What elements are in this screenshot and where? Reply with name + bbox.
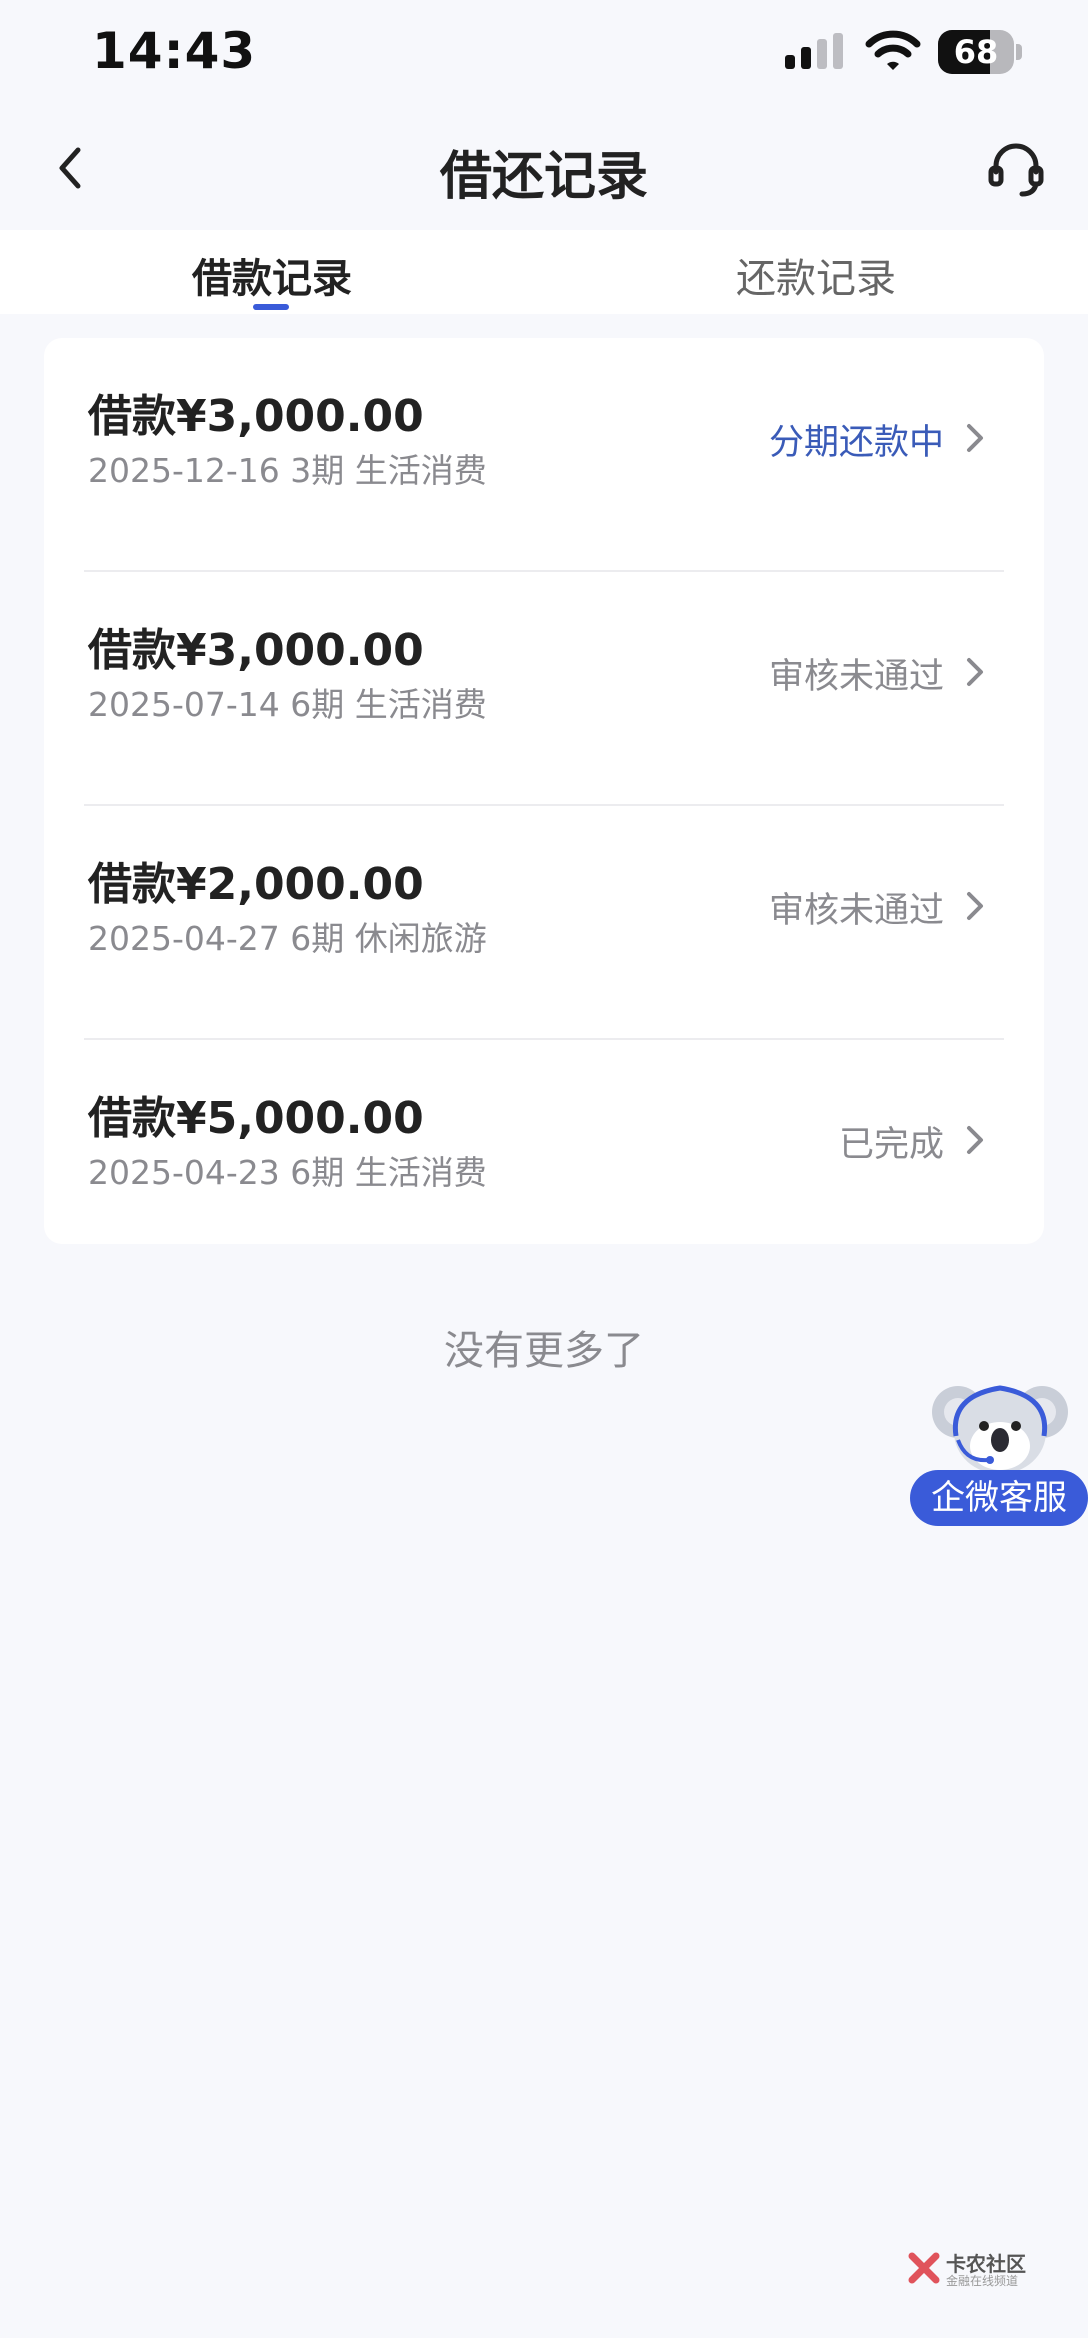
watermark-subtext: 金融在线频道	[946, 2274, 1019, 2288]
headset-icon	[988, 143, 1044, 197]
record-item[interactable]: 借款¥5,000.00 2025-04-23 6期 生活消费 已完成	[44, 1040, 1044, 1274]
record-amount: 借款¥3,000.00	[88, 391, 424, 442]
chevron-right-icon	[958, 886, 992, 926]
floating-service-button[interactable]: 企微客服	[910, 1376, 1088, 1532]
record-meta: 2025-04-27 6期 休闲旅游	[88, 919, 487, 958]
status-time: 14:43	[92, 22, 257, 80]
tab-repay-label: 还款记录	[736, 256, 896, 302]
chevron-right-icon	[958, 418, 992, 458]
status-bar: 14:43 68	[0, 0, 1088, 110]
record-status: 审核未通过	[768, 891, 944, 931]
wifi-icon	[865, 30, 921, 70]
record-amount: 借款¥5,000.00	[88, 1093, 424, 1144]
page-title: 借还记录	[439, 147, 648, 207]
record-amount: 借款¥3,000.00	[88, 625, 424, 676]
active-tab-indicator	[253, 304, 289, 310]
signal-icon	[785, 33, 843, 69]
record-meta: 2025-04-23 6期 生活消费	[88, 1153, 487, 1192]
record-item[interactable]: 借款¥2,000.00 2025-04-27 6期 休闲旅游 审核未通过	[44, 806, 1044, 1040]
record-status: 分期还款中	[768, 423, 944, 463]
record-status: 审核未通过	[768, 657, 944, 697]
record-item[interactable]: 借款¥3,000.00 2025-07-14 6期 生活消费 审核未通过	[44, 572, 1044, 806]
battery-percent: 68	[953, 33, 999, 71]
tab-borrow-records[interactable]: 借款记录	[0, 230, 544, 314]
floating-service-label: 企微客服	[910, 1470, 1088, 1526]
record-meta: 2025-07-14 6期 生活消费	[88, 685, 487, 724]
no-more-text: 没有更多了	[444, 1328, 644, 1374]
record-amount: 借款¥2,000.00	[88, 859, 424, 910]
nav-bar: 借还记录	[0, 110, 1088, 230]
record-status: 已完成	[838, 1125, 944, 1165]
record-tabs: 借款记录 还款记录	[0, 230, 1088, 314]
chevron-right-icon	[958, 1120, 992, 1160]
tab-repay-records[interactable]: 还款记录	[544, 230, 1088, 314]
customer-service-button[interactable]	[984, 136, 1048, 200]
watermark-logo-icon	[908, 2252, 940, 2284]
tab-borrow-label: 借款记录	[192, 256, 352, 302]
battery-indicator: 68	[938, 30, 1022, 74]
record-item[interactable]: 借款¥3,000.00 2025-12-16 3期 生活消费 分期还款中	[44, 338, 1044, 572]
watermark: 卡农社区 金融在线频道	[906, 2248, 1036, 2288]
record-list: 借款¥3,000.00 2025-12-16 3期 生活消费 分期还款中 借款¥…	[44, 338, 1044, 1244]
record-meta: 2025-12-16 3期 生活消费	[88, 451, 487, 490]
chevron-right-icon	[958, 652, 992, 692]
